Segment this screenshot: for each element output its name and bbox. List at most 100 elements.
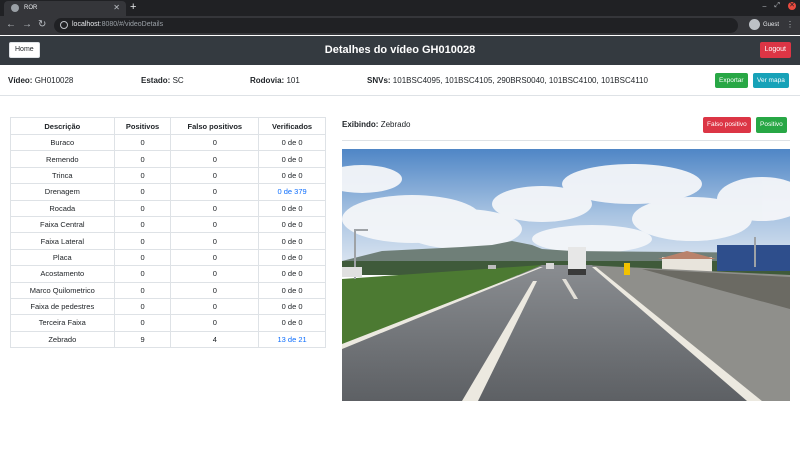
app-navbar: Home Detalhes do vídeo GH010028 Logout: [0, 36, 800, 65]
browser-toolbar: ← → ↻ localhost:8080/#/videoDetails Gues…: [0, 16, 800, 35]
col-falso-positivos: Falso positivos: [170, 117, 260, 135]
cell-descricao: Faixa de pedestres: [10, 297, 115, 316]
cell-falso-positivos: 0: [170, 265, 260, 283]
logout-button[interactable]: Logout: [759, 42, 791, 58]
exportar-button[interactable]: Exportar: [715, 73, 748, 88]
cell-verificados: 0 de 0: [258, 232, 326, 250]
window-controls: – ⤢ ✕: [762, 2, 796, 10]
table-row: Remendo 0 0 0 de 0: [10, 150, 326, 168]
col-descricao: Descrição: [10, 117, 115, 135]
tab-close-icon[interactable]: ✕: [113, 3, 120, 12]
globe-icon: [11, 4, 19, 12]
cell-verificados[interactable]: 13 de 21: [258, 330, 326, 349]
falso-positivo-button[interactable]: Falso positivo: [703, 117, 751, 133]
cell-falso-positivos: 0: [170, 183, 260, 201]
cell-descricao: Faixa Lateral: [10, 232, 115, 250]
table-row: Acostamento 0 0 0 de 0: [10, 265, 326, 283]
browser-tab[interactable]: ROR ✕: [4, 1, 126, 16]
table-row: Drenagem 0 0 0 de 379: [10, 183, 326, 201]
table-row: Terceira Faixa 0 0 0 de 0: [10, 314, 326, 332]
cell-descricao: Drenagem: [10, 183, 115, 201]
cell-descricao: Marco Quilometrico: [10, 281, 115, 299]
cell-falso-positivos: 0: [170, 133, 260, 152]
cell-positivos: 0: [113, 297, 172, 316]
detections-table: Descrição Positivos Falso positivos Veri…: [10, 117, 326, 349]
snvs-info: SNVs: 101BSC4095, 101BSC4105, 290BRS0040…: [367, 76, 648, 85]
cell-descricao: Remendo: [10, 150, 115, 168]
table-row: Buraco 0 0 0 de 0: [10, 133, 326, 152]
cell-falso-positivos: 0: [170, 281, 260, 299]
page-title: Detalhes do vídeo GH010028: [324, 44, 476, 56]
table-header-row: Descrição Positivos Falso positivos Veri…: [10, 117, 326, 135]
cell-descricao: Terceira Faixa: [10, 314, 115, 332]
maximize-icon[interactable]: ⤢: [774, 2, 780, 10]
cell-verificados: 0 de 0: [258, 166, 326, 185]
cell-descricao: Placa: [10, 248, 115, 267]
cell-verificados: 0 de 0: [258, 248, 326, 267]
cell-positivos: 0: [113, 265, 172, 283]
col-positivos: Positivos: [113, 117, 172, 135]
address-bar[interactable]: localhost:8080/#/videoDetails: [54, 18, 738, 33]
video-frame-image: [342, 149, 790, 401]
video-info: Vídeo: GH010028: [8, 76, 74, 85]
cell-verificados: 0 de 0: [258, 199, 326, 217]
reload-icon[interactable]: ↻: [38, 19, 46, 30]
site-info-icon[interactable]: [60, 21, 68, 29]
avatar-icon: [748, 19, 760, 30]
cell-positivos: 0: [113, 248, 172, 267]
table-row: Faixa Lateral 0 0 0 de 0: [10, 232, 326, 250]
cell-positivos: 0: [113, 215, 172, 234]
estado-info: Estado: SC: [141, 76, 184, 85]
cell-positivos: 0: [113, 183, 172, 201]
cell-verificados: 0 de 0: [258, 314, 326, 332]
cell-positivos: 0: [113, 281, 172, 299]
minimize-icon[interactable]: –: [762, 3, 766, 10]
table-row: Trinca 0 0 0 de 0: [10, 166, 326, 185]
cell-verificados: 0 de 0: [258, 297, 326, 316]
cell-falso-positivos: 0: [170, 297, 260, 316]
cell-positivos: 0: [113, 314, 172, 332]
cell-falso-positivos: 0: [170, 232, 260, 250]
url-text: localhost:8080/#/videoDetails: [72, 21, 164, 28]
cell-positivos: 9: [113, 330, 172, 349]
browser-tab-bar: ROR ✕ + – ⤢ ✕: [0, 0, 800, 16]
cell-verificados: 0 de 0: [258, 133, 326, 152]
cell-verificados: 0 de 0: [258, 265, 326, 283]
profile-button[interactable]: Guest ⋮: [748, 19, 794, 30]
cell-positivos: 0: [113, 166, 172, 185]
cell-descricao: Rocada: [10, 199, 115, 217]
cell-positivos: 0: [113, 150, 172, 168]
exibindo-text: Exibindo: Zebrado: [342, 120, 411, 129]
cell-positivos: 0: [113, 232, 172, 250]
cell-descricao: Trinca: [10, 166, 115, 185]
table-row: Zebrado 9 4 13 de 21: [10, 330, 326, 349]
cell-verificados: 0 de 0: [258, 215, 326, 234]
cell-verificados: 0 de 0: [258, 281, 326, 299]
table-row: Rocada 0 0 0 de 0: [10, 199, 326, 217]
cell-falso-positivos: 0: [170, 166, 260, 185]
positivo-button[interactable]: Positivo: [756, 117, 787, 133]
back-arrow-icon[interactable]: ←: [6, 19, 16, 30]
kebab-menu-icon[interactable]: ⋮: [786, 20, 794, 29]
cell-verificados: 0 de 0: [258, 150, 326, 168]
cell-falso-positivos: 0: [170, 215, 260, 234]
forward-arrow-icon[interactable]: →: [22, 19, 32, 30]
cell-positivos: 0: [113, 199, 172, 217]
cell-falso-positivos: 0: [170, 314, 260, 332]
table-row: Marco Quilometrico 0 0 0 de 0: [10, 281, 326, 299]
cell-descricao: Acostamento: [10, 265, 115, 283]
cell-descricao: Faixa Central: [10, 215, 115, 234]
cell-descricao: Zebrado: [10, 330, 115, 349]
cell-positivos: 0: [113, 133, 172, 152]
cell-verificados[interactable]: 0 de 379: [258, 183, 326, 201]
window-close-icon[interactable]: ✕: [788, 2, 796, 10]
table-row: Placa 0 0 0 de 0: [10, 248, 326, 267]
ver-mapa-button[interactable]: Ver mapa: [753, 73, 789, 88]
profile-name: Guest: [762, 21, 779, 28]
new-tab-button[interactable]: +: [130, 1, 136, 13]
table-row: Faixa Central 0 0 0 de 0: [10, 215, 326, 234]
cell-falso-positivos: 0: [170, 199, 260, 217]
col-verificados: Verificados: [258, 117, 326, 135]
cell-descricao: Buraco: [10, 133, 115, 152]
cell-falso-positivos: 0: [170, 150, 260, 168]
